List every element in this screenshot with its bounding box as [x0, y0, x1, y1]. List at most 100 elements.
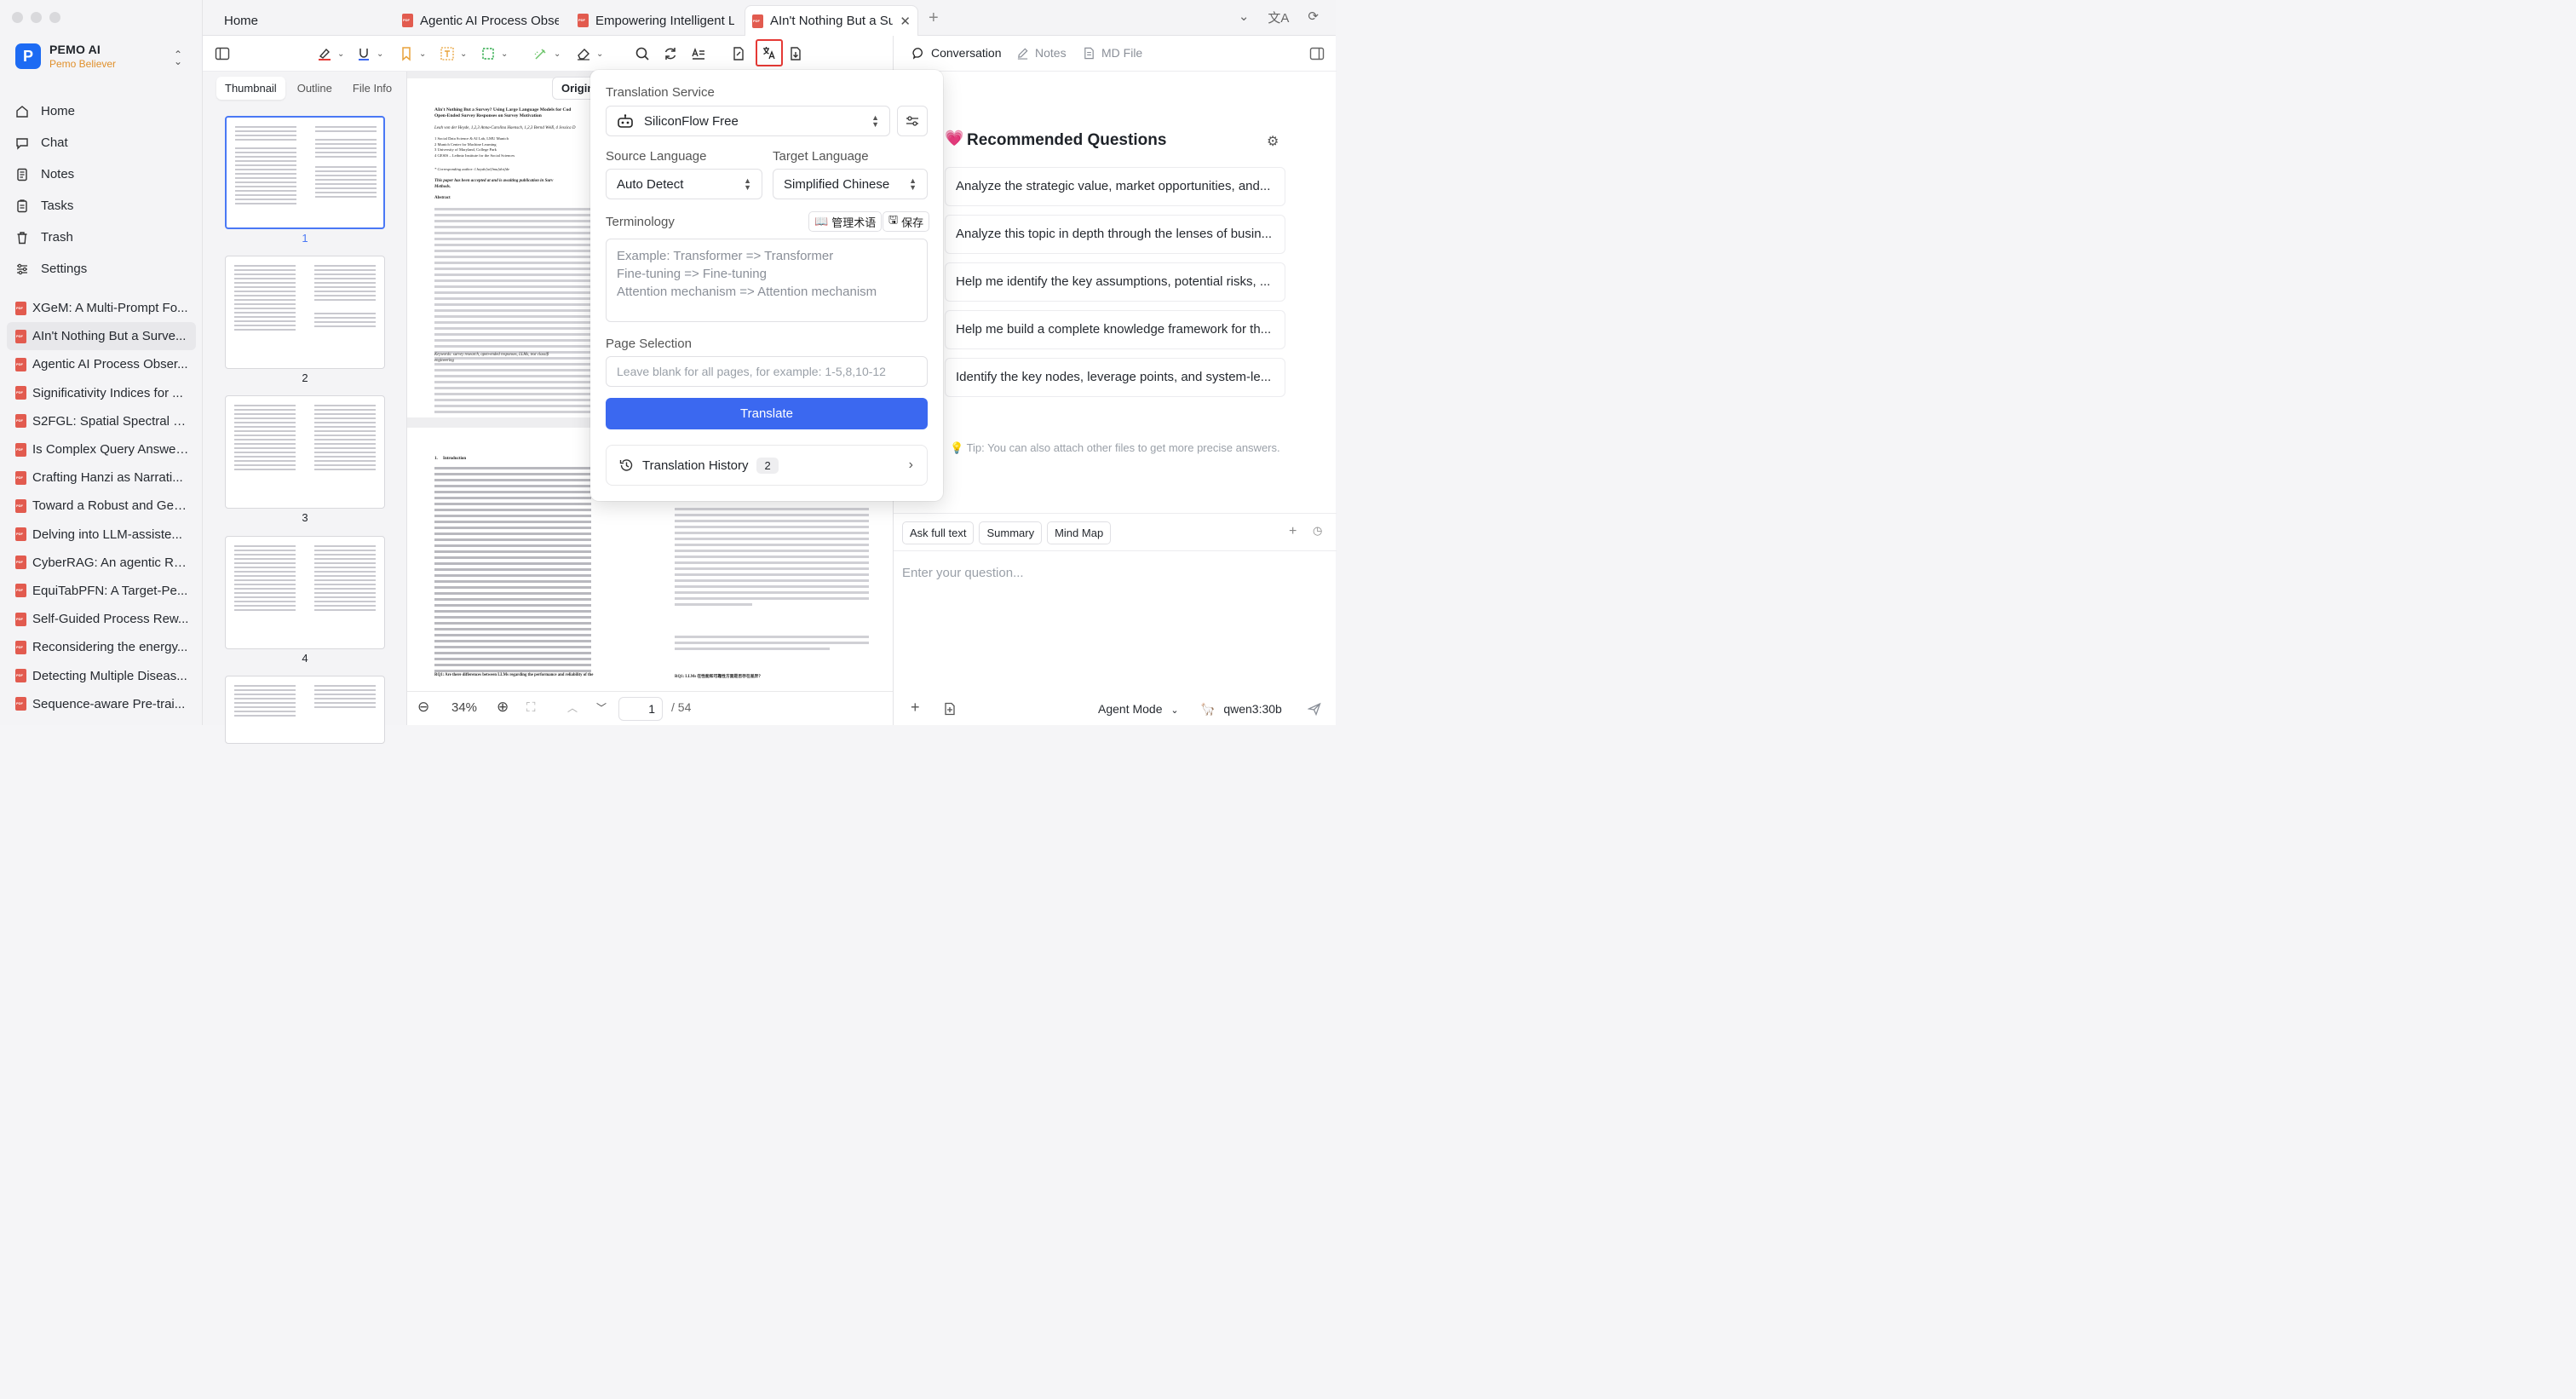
document-item[interactable]: Agentic AI Process Obser...: [7, 350, 196, 378]
recommended-question[interactable]: Analyze the strategic value, market oppo…: [945, 167, 1285, 206]
mind-map-chip[interactable]: Mind Map: [1047, 521, 1112, 544]
page-number-input[interactable]: 1: [618, 697, 663, 721]
tab-home[interactable]: Home: [224, 5, 258, 36]
tab-document-active[interactable]: AIn't Nothing But a Su ✕: [745, 5, 918, 36]
model-select[interactable]: 🦙 qwen3:30b: [1200, 702, 1282, 717]
service-settings-button[interactable]: [897, 106, 928, 136]
eraser-tool[interactable]: ⌄: [576, 44, 603, 63]
tab-outline[interactable]: Outline: [289, 77, 341, 100]
send-icon[interactable]: [1307, 702, 1321, 718]
recommended-question[interactable]: Help me identify the key assumptions, po…: [945, 262, 1285, 302]
zoom-out-icon[interactable]: ⊖: [417, 699, 429, 716]
layout-toggle-icon[interactable]: [1309, 46, 1325, 64]
page-thumbnail[interactable]: [225, 116, 385, 229]
nav-trash[interactable]: Trash: [7, 222, 196, 253]
draw-tool[interactable]: ⌄: [533, 44, 561, 63]
question-input[interactable]: Enter your question...: [902, 566, 1024, 580]
terminology-textarea[interactable]: Example: Transformer => Transformer Fine…: [606, 239, 928, 322]
source-language-select[interactable]: Auto Detect ▲ ▼: [606, 169, 762, 199]
chevron-up-icon[interactable]: ︿: [567, 700, 578, 715]
page-thumbnail[interactable]: [225, 256, 385, 369]
recommended-question[interactable]: Identify the key nodes, leverage points,…: [945, 358, 1285, 397]
chevron-updown-icon[interactable]: ⌃ ⌄: [174, 49, 182, 66]
text-format-button[interactable]: [691, 44, 706, 63]
history-icon[interactable]: ◷: [1313, 524, 1322, 538]
page-thumbnail[interactable]: [225, 676, 385, 744]
maximize-window-button[interactable]: [49, 12, 60, 23]
recommended-question[interactable]: Help me build a complete knowledge frame…: [945, 310, 1285, 349]
area-select-icon: [482, 48, 494, 60]
search-button[interactable]: [635, 44, 650, 63]
page-thumbnail[interactable]: [225, 536, 385, 649]
target-language-select[interactable]: Simplified Chinese ▲ ▼: [773, 169, 928, 199]
tab-notes[interactable]: Notes: [1016, 46, 1067, 60]
close-window-button[interactable]: [12, 12, 23, 23]
attach-plus-icon[interactable]: +: [911, 699, 920, 717]
fit-page-icon[interactable]: ⛶: [526, 700, 536, 715]
document-item[interactable]: Self-Guided Process Rew...: [7, 605, 196, 633]
document-item[interactable]: Is Complex Query Answer...: [7, 435, 196, 463]
document-item[interactable]: Reconsidering the energy...: [7, 633, 196, 661]
document-item[interactable]: Crafting Hanzi as Narrati...: [7, 463, 196, 492]
nav-settings[interactable]: Settings: [7, 253, 196, 285]
download-button[interactable]: [788, 44, 803, 63]
minimize-window-button[interactable]: [31, 12, 42, 23]
agent-mode-select[interactable]: Agent Mode ⌄: [1098, 702, 1179, 716]
tab-md-file[interactable]: MD File: [1083, 46, 1142, 60]
page-selection-input[interactable]: Leave blank for all pages, for example: …: [606, 356, 928, 387]
document-item[interactable]: Significativity Indices for ...: [7, 379, 196, 407]
translate-icon[interactable]: 文A: [1268, 9, 1289, 26]
attach-file-icon[interactable]: [943, 702, 957, 718]
chevron-down-icon[interactable]: ﹀: [596, 700, 607, 715]
document-item[interactable]: CyberRAG: An agentic RA...: [7, 549, 196, 577]
document-item[interactable]: XGeM: A Multi-Prompt Fo...: [7, 294, 196, 322]
underline-tool[interactable]: ⌄: [356, 44, 383, 63]
document-item-active[interactable]: AIn't Nothing But a Surve...: [7, 322, 196, 351]
translation-history-row[interactable]: Translation History 2 ›: [606, 445, 928, 486]
add-icon[interactable]: +: [1289, 524, 1297, 539]
summary-chip[interactable]: Summary: [979, 521, 1043, 544]
rotate-icon: [664, 48, 676, 60]
translate-button[interactable]: Translate: [606, 398, 928, 429]
document-item[interactable]: Detecting Multiple Diseas...: [7, 661, 196, 689]
document-item[interactable]: S2FGL: Spatial Spectral F...: [7, 407, 196, 435]
document-item[interactable]: Sequence-aware Pre-trai...: [7, 690, 196, 718]
document-item[interactable]: Toward a Robust and Gen...: [7, 492, 196, 520]
chevron-down-icon[interactable]: ⌄: [1239, 9, 1250, 26]
translate-document-button[interactable]: [756, 39, 783, 66]
document-item[interactable]: Delving into LLM-assiste...: [7, 521, 196, 549]
tab-file-info[interactable]: File Info: [344, 77, 400, 100]
text-box-tool[interactable]: ⌄: [440, 44, 467, 63]
nav-notes[interactable]: Notes: [7, 158, 196, 190]
recommended-question[interactable]: Analyze this topic in depth through the …: [945, 215, 1285, 254]
area-select-tool[interactable]: ⌄: [480, 44, 508, 63]
sidebar-toggle-icon[interactable]: [215, 44, 230, 63]
tab-thumbnail[interactable]: Thumbnail: [216, 77, 285, 100]
nav-chat[interactable]: Chat: [7, 127, 196, 158]
page-thumbnail[interactable]: [225, 395, 385, 509]
close-icon[interactable]: ✕: [900, 14, 911, 29]
tab-document[interactable]: Agentic AI Process Obse: [402, 5, 559, 36]
gear-icon[interactable]: ⚙: [1267, 133, 1279, 150]
ask-full-text-chip[interactable]: Ask full text: [902, 521, 975, 544]
save-terms-button[interactable]: 🖫 保存: [883, 211, 930, 232]
tab-label: MD File: [1101, 46, 1143, 60]
translation-service-select[interactable]: SiliconFlow Free ▲ ▼: [606, 106, 890, 136]
search-icon: [635, 47, 649, 60]
rotate-button[interactable]: [663, 44, 678, 63]
nav-tasks[interactable]: Tasks: [7, 190, 196, 222]
manage-terms-button[interactable]: 📖 管理术语: [808, 211, 883, 232]
keywords: engineering: [434, 358, 454, 363]
refresh-icon[interactable]: ⟳: [1308, 9, 1319, 26]
bookmark-tool[interactable]: ⌄: [399, 44, 426, 63]
tab-document[interactable]: Empowering Intelligent L: [578, 5, 734, 36]
export-button[interactable]: [731, 44, 746, 63]
highlighter-tool[interactable]: ⌄: [317, 44, 344, 63]
add-tab-button[interactable]: +: [929, 9, 939, 28]
document-item[interactable]: EquiTabPFN: A Target-Pe...: [7, 577, 196, 605]
tab-conversation[interactable]: Conversation: [912, 46, 1002, 60]
nav-label: Notes: [41, 167, 75, 181]
nav-home[interactable]: Home: [7, 95, 196, 127]
zoom-in-icon[interactable]: ⊕: [497, 699, 509, 716]
brand-switcher[interactable]: P PEMO AI Pemo Believer: [15, 43, 116, 70]
